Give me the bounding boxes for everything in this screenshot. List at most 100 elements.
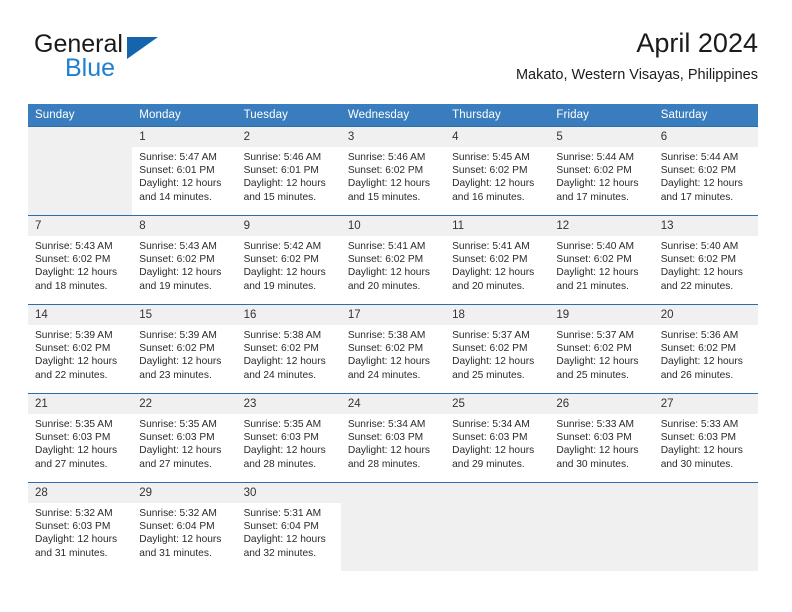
calendar-cell-empty <box>549 482 654 571</box>
daylight-text-line1: Daylight: 12 hours <box>139 534 222 546</box>
sunrise-text: Sunrise: 5:40 AM <box>556 241 634 252</box>
calendar-day-cell[interactable]: 27 Sunrise: 5:33 AM Sunset: 6:03 PM Dayligh… <box>653 393 758 483</box>
daylight-text-line2: and 24 minutes. <box>347 369 421 381</box>
day-details: Sunrise: 5:37 AM Sunset: 6:02 PM Daylight:… <box>549 325 653 382</box>
daylight-text-line1: Daylight: 12 hours <box>139 356 222 368</box>
sunset-text: Sunset: 6:03 PM <box>139 432 215 444</box>
calendar-day-cell[interactable]: 17 Sunrise: 5:38 AM Sunset: 6:02 PM Dayligh… <box>340 304 446 394</box>
sunrise-text: Sunrise: 5:46 AM <box>347 152 426 163</box>
calendar-day-cell[interactable]: 2 Sunrise: 5:46 AM Sunset: 6:01 PM Daylight… <box>236 126 341 216</box>
sunset-text: Sunset: 6:02 PM <box>556 343 632 355</box>
day-number: 4 <box>445 127 550 147</box>
calendar-page: General Blue April 2024 Makato, Western … <box>0 0 792 612</box>
calendar-week-row: 21 Sunrise: 5:35 AM Sunset: 6:03 PM Dayligh… <box>28 393 758 483</box>
daylight-text-line2: and 16 minutes. <box>452 191 525 203</box>
sunset-text: Sunset: 6:02 PM <box>660 343 737 355</box>
calendar-header-row: Sunday Monday Tuesday Wednesday Thursday… <box>28 104 758 127</box>
calendar-day-cell[interactable]: 14 Sunrise: 5:39 AM Sunset: 6:02 PM Dayligh… <box>28 304 133 394</box>
calendar-day-cell[interactable]: 28 Sunrise: 5:32 AM Sunset: 6:03 PM Dayligh… <box>28 482 133 571</box>
calendar-day-cell[interactable]: 18 Sunrise: 5:37 AM Sunset: 6:02 PM Dayligh… <box>445 304 550 394</box>
calendar-day-cell[interactable]: 15 Sunrise: 5:39 AM Sunset: 6:02 PM Dayligh… <box>132 304 237 394</box>
sunset-text: Sunset: 6:03 PM <box>35 521 111 533</box>
calendar-day-cell[interactable]: 26 Sunrise: 5:33 AM Sunset: 6:03 PM Dayligh… <box>549 393 654 483</box>
day-details: Sunrise: 5:33 AM Sunset: 6:03 PM Daylight:… <box>549 414 653 471</box>
calendar-day-cell[interactable]: 20 Sunrise: 5:36 AM Sunset: 6:02 PM Dayligh… <box>653 304 758 394</box>
weekday-header-sunday: Sunday <box>28 104 133 127</box>
calendar-day-cell[interactable]: 11 Sunrise: 5:41 AM Sunset: 6:02 PM Dayligh… <box>445 215 550 305</box>
daylight-text-line1: Daylight: 12 hours <box>139 267 222 279</box>
daylight-text-line2: and 31 minutes. <box>139 547 212 559</box>
daylight-text-line2: and 24 minutes. <box>243 369 317 381</box>
sunrise-text: Sunrise: 5:31 AM <box>243 508 322 519</box>
daylight-text-line2: and 26 minutes. <box>660 369 734 381</box>
calendar-day-cell[interactable]: 5 Sunrise: 5:44 AM Sunset: 6:02 PM Daylight… <box>549 126 654 216</box>
calendar-day-cell[interactable]: 24 Sunrise: 5:34 AM Sunset: 6:03 PM Dayligh… <box>340 393 446 483</box>
daylight-text-line1: Daylight: 12 hours <box>660 178 743 190</box>
day-number: 21 <box>28 394 133 414</box>
day-details: Sunrise: 5:43 AM Sunset: 6:02 PM Daylight:… <box>28 236 132 293</box>
daylight-text-line1: Daylight: 12 hours <box>452 445 535 457</box>
day-details: Sunrise: 5:47 AM Sunset: 6:01 PM Daylight:… <box>132 147 236 204</box>
daylight-text-line2: and 19 minutes. <box>243 280 317 292</box>
calendar-day-cell[interactable]: 21 Sunrise: 5:35 AM Sunset: 6:03 PM Dayligh… <box>28 393 133 483</box>
daylight-text-line2: and 17 minutes. <box>660 191 734 203</box>
daylight-text-line2: and 29 minutes. <box>452 458 525 470</box>
sunset-text: Sunset: 6:02 PM <box>556 165 632 177</box>
sunset-text: Sunset: 6:02 PM <box>139 343 215 355</box>
calendar-day-cell[interactable]: 19 Sunrise: 5:37 AM Sunset: 6:02 PM Dayligh… <box>549 304 654 394</box>
calendar-day-cell[interactable]: 3 Sunrise: 5:46 AM Sunset: 6:02 PM Daylight… <box>340 126 446 216</box>
daylight-text-line2: and 32 minutes. <box>243 547 317 559</box>
day-details: Sunrise: 5:39 AM Sunset: 6:02 PM Daylight:… <box>28 325 132 382</box>
logo-text-blue: Blue <box>65 54 116 82</box>
day-number: 30 <box>236 483 341 503</box>
day-details: Sunrise: 5:46 AM Sunset: 6:02 PM Daylight:… <box>341 147 445 204</box>
calendar-day-cell[interactable]: 12 Sunrise: 5:40 AM Sunset: 6:02 PM Dayligh… <box>549 215 654 305</box>
calendar-day-cell[interactable]: 4 Sunrise: 5:45 AM Sunset: 6:02 PM Daylight… <box>445 126 550 216</box>
calendar-day-cell[interactable]: 1 Sunrise: 5:47 AM Sunset: 6:01 PM Daylight… <box>132 126 237 216</box>
generalblue-logo[interactable]: General Blue <box>34 30 264 90</box>
day-details: Sunrise: 5:32 AM Sunset: 6:03 PM Daylight:… <box>28 503 132 560</box>
calendar-day-cell[interactable]: 30 Sunrise: 5:31 AM Sunset: 6:04 PM Dayligh… <box>236 482 341 571</box>
calendar-day-cell[interactable]: 6 Sunrise: 5:44 AM Sunset: 6:02 PM Daylight… <box>653 126 758 216</box>
day-details: Sunrise: 5:44 AM Sunset: 6:02 PM Daylight:… <box>654 147 758 204</box>
day-number: 8 <box>132 216 237 236</box>
sunset-text: Sunset: 6:01 PM <box>243 165 319 177</box>
day-details: Sunrise: 5:43 AM Sunset: 6:02 PM Daylight:… <box>132 236 236 293</box>
daylight-text-line1: Daylight: 12 hours <box>347 178 430 190</box>
sunset-text: Sunset: 6:02 PM <box>556 254 632 266</box>
sunrise-text: Sunrise: 5:43 AM <box>35 241 113 252</box>
day-details: Sunrise: 5:39 AM Sunset: 6:02 PM Daylight:… <box>132 325 236 382</box>
sunset-text: Sunset: 6:01 PM <box>139 165 215 177</box>
calendar-day-cell[interactable]: 16 Sunrise: 5:38 AM Sunset: 6:02 PM Dayligh… <box>236 304 341 394</box>
calendar-day-cell[interactable]: 8 Sunrise: 5:43 AM Sunset: 6:02 PM Daylight… <box>132 215 237 305</box>
weekday-header-tuesday: Tuesday <box>236 104 341 127</box>
day-number <box>340 483 446 503</box>
calendar-cell-empty <box>28 126 133 216</box>
day-details: Sunrise: 5:34 AM Sunset: 6:03 PM Daylight:… <box>445 414 549 471</box>
calendar-day-cell[interactable]: 13 Sunrise: 5:40 AM Sunset: 6:02 PM Dayligh… <box>653 215 758 305</box>
calendar-day-cell[interactable]: 10 Sunrise: 5:41 AM Sunset: 6:02 PM Dayligh… <box>340 215 446 305</box>
calendar-cell-empty <box>340 482 446 571</box>
calendar-day-cell[interactable]: 22 Sunrise: 5:35 AM Sunset: 6:03 PM Dayligh… <box>132 393 237 483</box>
sunrise-text: Sunrise: 5:35 AM <box>139 419 217 430</box>
daylight-text-line1: Daylight: 12 hours <box>243 534 326 546</box>
sunset-text: Sunset: 6:04 PM <box>139 521 215 533</box>
sunset-text: Sunset: 6:03 PM <box>35 432 111 444</box>
sunrise-text: Sunrise: 5:34 AM <box>347 419 426 430</box>
day-number: 27 <box>653 394 758 414</box>
weekday-header-monday: Monday <box>132 104 237 127</box>
sunrise-text: Sunrise: 5:46 AM <box>243 152 322 163</box>
day-details: Sunrise: 5:41 AM Sunset: 6:02 PM Daylight:… <box>341 236 445 293</box>
day-details: Sunrise: 5:38 AM Sunset: 6:02 PM Daylight:… <box>341 325 445 382</box>
calendar-day-cell[interactable]: 7 Sunrise: 5:43 AM Sunset: 6:02 PM Daylight… <box>28 215 133 305</box>
day-details: Sunrise: 5:35 AM Sunset: 6:03 PM Daylight:… <box>237 414 341 471</box>
daylight-text-line2: and 28 minutes. <box>243 458 317 470</box>
day-details: Sunrise: 5:33 AM Sunset: 6:03 PM Daylight:… <box>654 414 758 471</box>
calendar-day-cell[interactable]: 25 Sunrise: 5:34 AM Sunset: 6:03 PM Dayligh… <box>445 393 550 483</box>
calendar-day-cell[interactable]: 9 Sunrise: 5:42 AM Sunset: 6:02 PM Daylight… <box>236 215 341 305</box>
day-number: 22 <box>132 394 237 414</box>
calendar-day-cell[interactable]: 29 Sunrise: 5:32 AM Sunset: 6:04 PM Dayligh… <box>132 482 237 571</box>
daylight-text-line1: Daylight: 12 hours <box>556 356 639 368</box>
calendar-day-cell[interactable]: 23 Sunrise: 5:35 AM Sunset: 6:03 PM Dayligh… <box>236 393 341 483</box>
sunset-text: Sunset: 6:02 PM <box>347 254 424 266</box>
